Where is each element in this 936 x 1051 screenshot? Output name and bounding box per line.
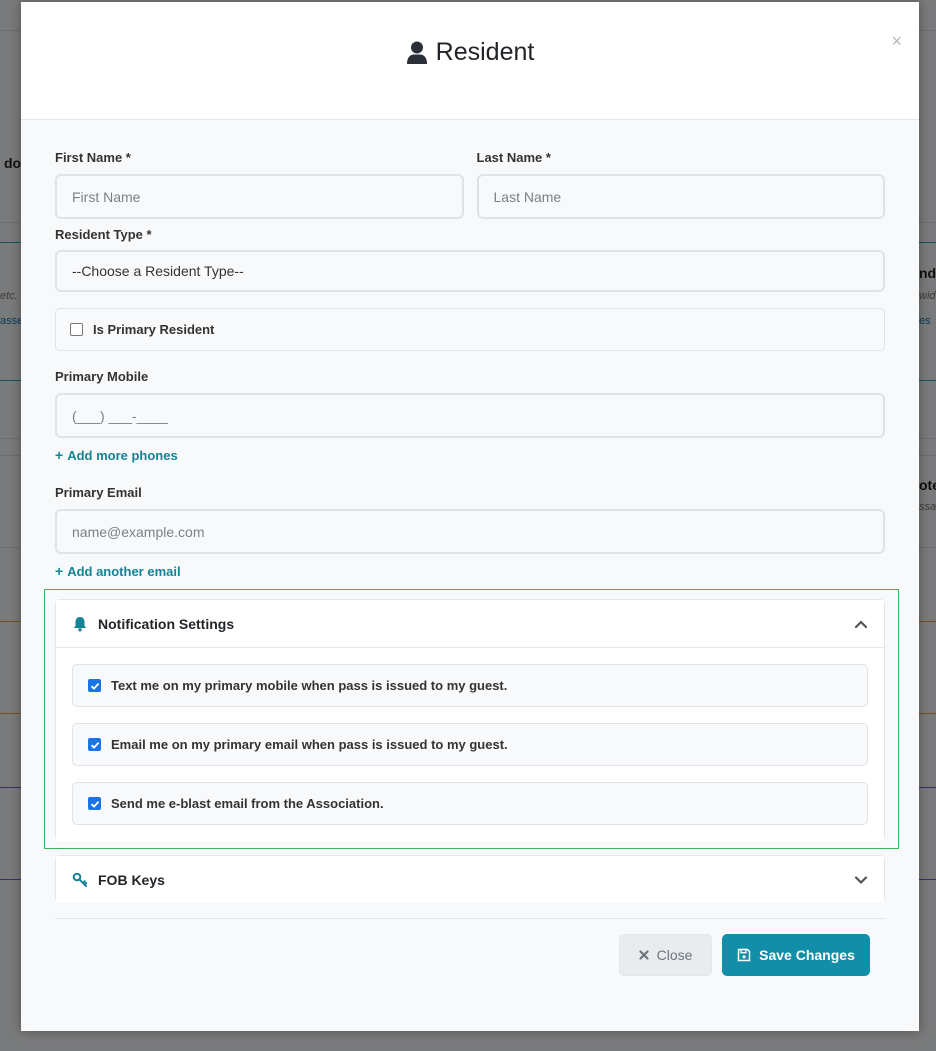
primary-resident-label: Is Primary Resident bbox=[93, 322, 215, 337]
modal-title-text: Resident bbox=[435, 38, 535, 66]
primary-mobile-input[interactable]: (___) ___-____ bbox=[55, 393, 885, 438]
last-name-group: Last Name * Last Name bbox=[476, 150, 885, 219]
resident-type-label: Resident Type * bbox=[55, 227, 152, 242]
save-changes-button[interactable]: Save Changes bbox=[722, 934, 870, 976]
notify-sms-checkbox[interactable] bbox=[88, 679, 101, 692]
last-name-input[interactable]: Last Name bbox=[476, 174, 885, 219]
close-icon bbox=[638, 950, 649, 960]
user-icon bbox=[406, 41, 427, 64]
notify-eblast-checkbox[interactable] bbox=[88, 797, 101, 810]
add-phones-row: + Add more phones bbox=[55, 447, 885, 465]
close-icon[interactable]: × bbox=[891, 32, 902, 50]
add-email-label: Add another email bbox=[67, 563, 181, 579]
notification-settings-title: Notification Settings bbox=[98, 615, 235, 632]
resident-modal: Resident × First Name * First Name Last … bbox=[21, 2, 919, 1031]
notify-sms-label: Text me on my primary mobile when pass i… bbox=[111, 678, 508, 693]
first-name-group: First Name * First Name bbox=[55, 150, 464, 219]
fob-keys-header[interactable]: FOB Keys bbox=[56, 856, 884, 903]
fob-keys-title: FOB Keys bbox=[98, 871, 165, 888]
first-name-label: First Name * bbox=[55, 150, 131, 165]
notification-item[interactable]: Email me on my primary email when pass i… bbox=[72, 723, 868, 766]
save-changes-label: Save Changes bbox=[759, 947, 855, 963]
last-name-label: Last Name * bbox=[476, 150, 551, 165]
notification-settings-body: Text me on my primary mobile when pass i… bbox=[56, 647, 884, 841]
primary-email-group: Primary Email name@example.com bbox=[55, 485, 885, 554]
floppy-disk-icon bbox=[737, 948, 751, 962]
name-row: First Name * First Name Last Name * Last… bbox=[55, 150, 885, 219]
resident-type-group: Resident Type * --Choose a Resident Type… bbox=[55, 227, 885, 292]
chevron-up-icon[interactable] bbox=[854, 617, 868, 631]
modal-title: Resident bbox=[406, 38, 535, 67]
notify-eblast-label: Send me e-blast email from the Associati… bbox=[111, 796, 384, 811]
fob-keys-panel: FOB Keys bbox=[55, 855, 885, 903]
notification-settings-header[interactable]: Notification Settings bbox=[56, 600, 884, 647]
modal-header: Resident × bbox=[21, 2, 919, 120]
first-name-input[interactable]: First Name bbox=[55, 174, 464, 219]
notification-settings-panel: Notification Settings Text me on my prim… bbox=[55, 599, 885, 841]
close-button-label: Close bbox=[656, 947, 693, 963]
add-phones-link[interactable]: + Add more phones bbox=[55, 448, 178, 463]
footer-divider bbox=[55, 918, 885, 919]
chevron-down-icon[interactable] bbox=[854, 873, 868, 887]
notify-email-label: Email me on my primary email when pass i… bbox=[111, 737, 508, 752]
plus-icon: + bbox=[55, 563, 64, 579]
resident-type-select[interactable]: --Choose a Resident Type-- bbox=[55, 250, 885, 292]
primary-email-input[interactable]: name@example.com bbox=[55, 509, 885, 554]
primary-mobile-label: Primary Mobile bbox=[55, 369, 149, 384]
notification-item[interactable]: Text me on my primary mobile when pass i… bbox=[72, 664, 868, 707]
close-button[interactable]: Close bbox=[619, 934, 712, 976]
primary-resident-card[interactable]: Is Primary Resident bbox=[55, 308, 885, 351]
key-icon bbox=[72, 872, 88, 887]
add-email-link[interactable]: + Add another email bbox=[55, 564, 181, 579]
primary-mobile-group: Primary Mobile (___) ___-____ bbox=[55, 369, 885, 438]
plus-icon: + bbox=[55, 447, 64, 463]
add-phones-label: Add more phones bbox=[67, 447, 178, 463]
add-email-row: + Add another email bbox=[55, 563, 885, 581]
notification-item[interactable]: Send me e-blast email from the Associati… bbox=[72, 782, 868, 825]
primary-email-label: Primary Email bbox=[55, 485, 142, 500]
notify-email-checkbox[interactable] bbox=[88, 738, 101, 751]
modal-body: First Name * First Name Last Name * Last… bbox=[55, 150, 885, 581]
bell-icon bbox=[74, 616, 86, 631]
primary-resident-checkbox[interactable] bbox=[70, 323, 83, 336]
